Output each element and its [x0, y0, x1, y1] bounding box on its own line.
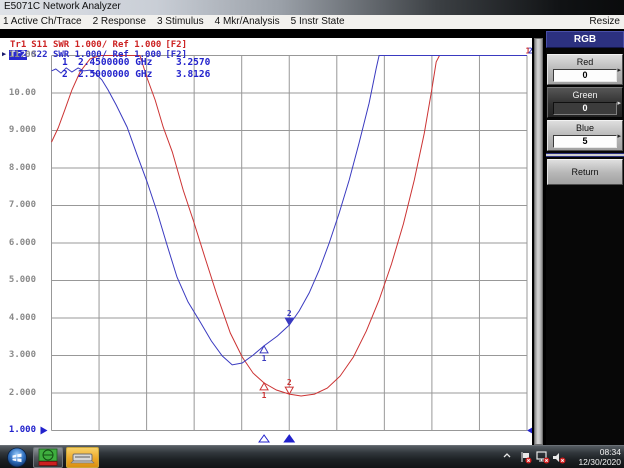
- clock[interactable]: 08:34 12/30/2020: [563, 447, 621, 467]
- softkey-red[interactable]: Red 0 ▸: [547, 54, 623, 85]
- menu-item-1[interactable]: 1 Active Ch/Trace: [3, 15, 82, 28]
- softkey-arrow-icon: ▸: [617, 67, 621, 74]
- softkey-arrow-icon: ▸: [617, 100, 621, 107]
- softkey-green[interactable]: Green 0 ▸: [547, 87, 623, 118]
- softkey-label: Red: [576, 57, 594, 67]
- menu-item-4[interactable]: 4 Mkr/Analysis: [215, 15, 280, 28]
- y-axis-label: 3.000: [8, 350, 36, 360]
- softkey-label: Blue: [575, 123, 594, 133]
- instrument-display: 121212 Tr1 S11 SWR 1.000/ Ref 1.000 [F2] ▶ T…: [0, 29, 624, 445]
- scrollbar[interactable]: [534, 38, 543, 445]
- menu-item-2[interactable]: 2 Response: [93, 15, 146, 28]
- network-status-icon[interactable]: [536, 451, 550, 464]
- trace-channel-tag: [F2]: [165, 40, 187, 50]
- menu-item-3[interactable]: 3 Stimulus: [157, 15, 204, 28]
- channel-window: 121212 Tr1 S11 SWR 1.000/ Ref 1.000 [F2] ▶ T…: [0, 38, 532, 445]
- svg-text:2: 2: [287, 378, 292, 387]
- menu-item-5[interactable]: 5 Instr State: [291, 15, 345, 28]
- softkey-value: 0: [553, 69, 617, 82]
- active-trace-arrow-icon: [2, 40, 9, 48]
- stimulus-marker-indicators: [258, 434, 296, 443]
- softkey-menu-title: RGB: [546, 31, 624, 48]
- taskbar: 08:34 12/30/2020: [0, 445, 624, 468]
- resize-button[interactable]: Resize: [589, 15, 620, 28]
- softkey-value: 0: [553, 102, 617, 115]
- softkey-arrow-icon: ▸: [617, 133, 621, 140]
- y-axis-label: 1.000: [8, 425, 36, 435]
- y-axis-label: 6.000: [8, 237, 36, 248]
- application-window: E5071C Network Analyzer 1 Active Ch/Trac…: [0, 0, 624, 468]
- softkey-label: Green: [572, 90, 598, 100]
- svg-text:1: 1: [262, 391, 267, 400]
- softkey-value: 5: [553, 135, 617, 148]
- graticule: [51, 55, 528, 431]
- y-axis-label: 8.000: [8, 162, 36, 173]
- marker-frequency: 2.4500000 GHz: [78, 57, 153, 68]
- start-button[interactable]: [5, 447, 29, 468]
- y-axis-label: 4.000: [8, 312, 36, 323]
- svg-text:1: 1: [262, 354, 267, 363]
- y-axis-label: 5.000: [8, 275, 36, 285]
- clock-date: 12/30/2020: [578, 456, 621, 467]
- network-analyzer-app-icon: [38, 448, 58, 466]
- trace-name: Tr1: [10, 40, 27, 50]
- window-title: E5071C Network Analyzer: [4, 1, 121, 12]
- plot-markers: 1 2 1 2: [259, 309, 295, 400]
- y-axis-label: 7.000: [8, 200, 36, 210]
- trace-end-labels: 12: [526, 47, 533, 56]
- taskbar-app-analyzer[interactable]: [33, 447, 63, 468]
- menu-items: 1 Active Ch/Trace 2 Response 3 Stimulus 4 M…: [3, 15, 356, 29]
- marker-value: 3.8126: [176, 68, 211, 80]
- marker-number: 1: [62, 57, 68, 68]
- keyboard-icon: [70, 453, 95, 464]
- trace-status-tr1[interactable]: Tr1 S11 SWR 1.000/ Ref 1.000 [F2]: [2, 40, 187, 50]
- marker-frequency: 2.5000000 GHz: [78, 68, 153, 80]
- softkey-menu: RGB Red 0 ▸ Green 0 ▸ Blue 5 ▸ Return: [546, 31, 624, 445]
- softkey-blue[interactable]: Blue 5 ▸: [547, 120, 623, 151]
- windows-logo-icon: [7, 447, 27, 468]
- y-axis-label: 2.000: [8, 387, 36, 398]
- marker-number: 2: [62, 68, 68, 80]
- y-axis-label: 9.000: [8, 125, 36, 135]
- y-axis-label: 11.00: [8, 50, 36, 60]
- y-axis-label: 10.00: [8, 87, 36, 98]
- return-button[interactable]: Return: [547, 159, 623, 185]
- action-center-flag-icon[interactable]: [519, 451, 532, 464]
- softkey-separator: [546, 153, 624, 157]
- svg-text:2: 2: [528, 47, 532, 56]
- marker-value: 3.2570: [176, 57, 211, 68]
- window-titlebar[interactable]: E5071C Network Analyzer: [0, 0, 624, 16]
- swr-plot: 121212: [40, 47, 533, 443]
- trace-format: S11 SWR 1.000/ Ref 1.000: [31, 40, 162, 50]
- menu-bar: 1 Active Ch/Trace 2 Response 3 Stimulus 4 M…: [0, 15, 624, 30]
- taskbar-app-keyboard[interactable]: [66, 447, 99, 468]
- svg-text:2: 2: [287, 309, 292, 318]
- tray-expand-icon[interactable]: [502, 451, 512, 461]
